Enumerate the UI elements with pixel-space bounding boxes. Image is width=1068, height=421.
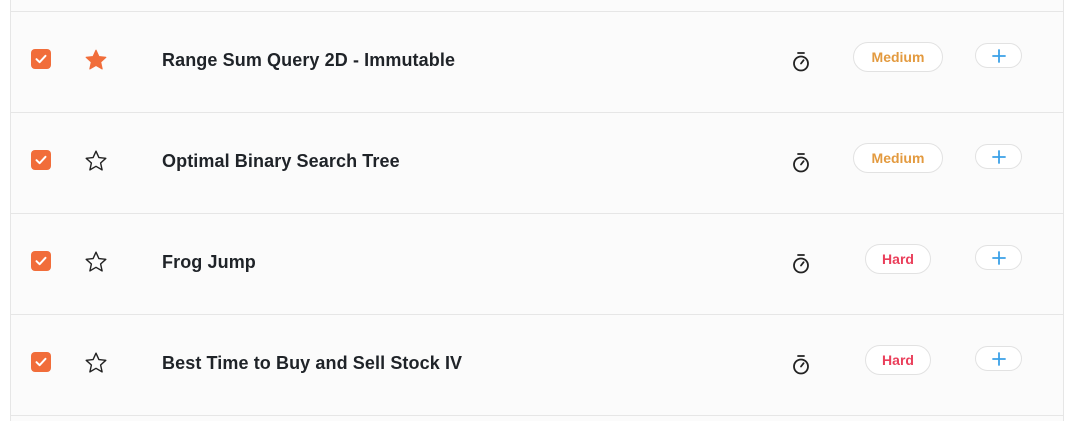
stopwatch-icon[interactable] [791, 152, 811, 174]
star-outline-icon[interactable] [84, 149, 108, 173]
problem-title[interactable]: Range Sum Query 2D - Immutable [162, 50, 455, 71]
completed-checkbox[interactable] [31, 49, 51, 69]
problem-list: Range Sum Query 2D - Immutable Medium Op… [10, 0, 1064, 421]
check-icon [35, 54, 47, 64]
stopwatch-icon[interactable] [791, 51, 811, 73]
plus-icon [991, 250, 1006, 265]
problem-row: Range Sum Query 2D - Immutable Medium [11, 12, 1063, 113]
difficulty-badge: Hard [865, 345, 931, 375]
problem-title[interactable]: Optimal Binary Search Tree [162, 151, 400, 172]
check-icon [35, 155, 47, 165]
problem-title[interactable]: Best Time to Buy and Sell Stock IV [162, 353, 462, 374]
star-outline-icon[interactable] [84, 250, 108, 274]
add-button[interactable] [975, 144, 1022, 169]
star-outline-icon[interactable] [84, 351, 108, 375]
problem-title[interactable]: Frog Jump [162, 252, 256, 273]
difficulty-badge: Hard [865, 244, 931, 274]
problem-row: Optimal Binary Search Tree Medium [11, 113, 1063, 214]
star-filled-icon[interactable] [84, 48, 108, 72]
completed-checkbox[interactable] [31, 352, 51, 372]
add-button[interactable] [975, 245, 1022, 270]
plus-icon [991, 48, 1006, 63]
add-button[interactable] [975, 43, 1022, 68]
stopwatch-icon[interactable] [791, 253, 811, 275]
check-icon [35, 357, 47, 367]
plus-icon [991, 149, 1006, 164]
check-icon [35, 256, 47, 266]
difficulty-badge: Medium [853, 42, 943, 72]
stopwatch-icon[interactable] [791, 354, 811, 376]
plus-icon [991, 351, 1006, 366]
difficulty-badge: Medium [853, 143, 943, 173]
problem-row: Frog Jump Hard [11, 214, 1063, 315]
add-button[interactable] [975, 346, 1022, 371]
completed-checkbox[interactable] [31, 251, 51, 271]
problem-row: Best Time to Buy and Sell Stock IV Hard [11, 315, 1063, 416]
completed-checkbox[interactable] [31, 150, 51, 170]
